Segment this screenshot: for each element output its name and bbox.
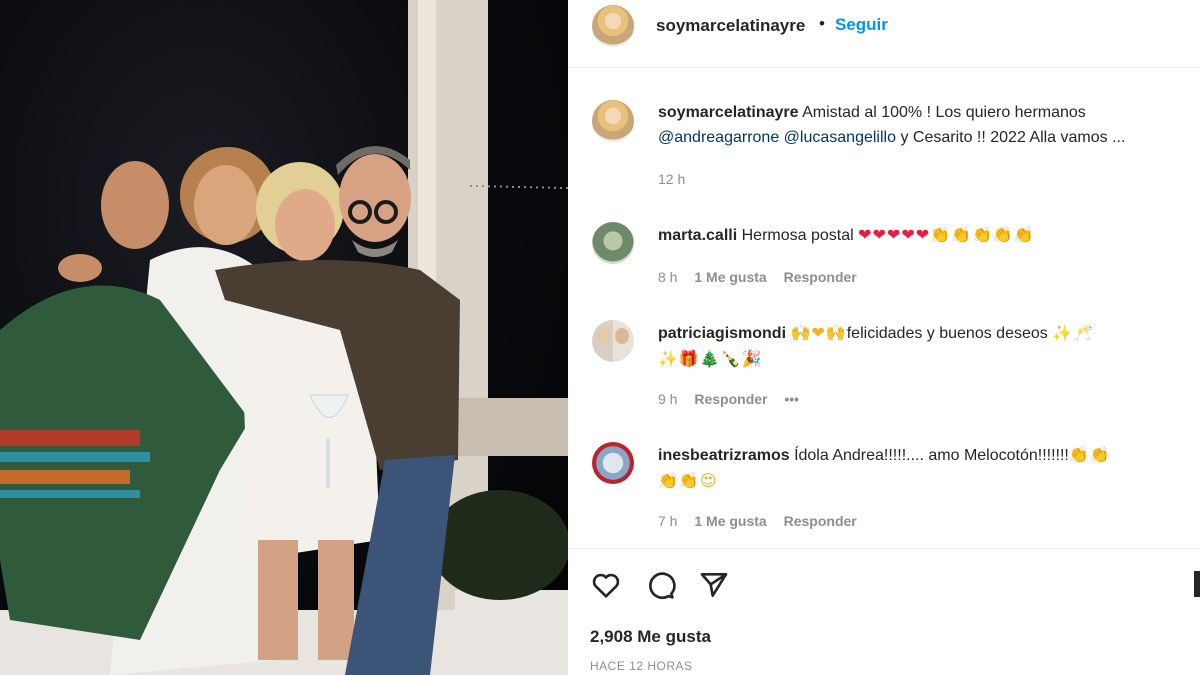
comment-likes[interactable]: 1 Me gusta <box>694 513 766 529</box>
author-avatar[interactable] <box>592 5 634 47</box>
comment-time[interactable]: 7 h <box>658 513 677 529</box>
mention-lucasangelillo[interactable]: @lucasangelillo <box>784 129 896 146</box>
author-username[interactable]: soymarcelatinayre <box>656 16 805 36</box>
paper-plane-icon[interactable] <box>698 569 730 601</box>
comment: inesbeatrizramos Ídola Andrea!!!!!.... a… <box>658 442 1198 494</box>
emoji-claps: 👏👏 <box>1068 445 1111 464</box>
post-time[interactable]: HACE 12 HORAS <box>590 659 693 673</box>
emoji-raised-hands: 🙌❤🙌 <box>790 323 847 342</box>
comment-username[interactable]: patriciagismondi <box>658 325 786 342</box>
reply-button[interactable]: Responder <box>784 513 857 529</box>
comment-meta: 9 h Responder ••• <box>658 391 812 407</box>
caption-tail: y Cesarito !! 2022 Alla vamos ... <box>900 129 1126 146</box>
follow-button[interactable]: Seguir <box>835 15 888 35</box>
emoji-sparkles: ✨🥂 <box>1052 323 1095 342</box>
comment-time[interactable]: 9 h <box>658 391 677 407</box>
commenter-avatar[interactable] <box>592 320 634 362</box>
railing <box>455 398 568 456</box>
comment-text: felicidades y buenos deseos <box>846 325 1048 342</box>
comment-text: Ídola Andrea!!!!!.... amo Melocotón!!!!!… <box>794 447 1069 464</box>
reply-button[interactable]: Responder <box>694 391 767 407</box>
comment-likes[interactable]: 1 Me gusta <box>694 269 766 285</box>
caption-time[interactable]: 12 h <box>658 171 685 187</box>
caption: soymarcelatinayre Amistad al 100% ! Los … <box>658 100 1188 150</box>
likes-count[interactable]: 2,908 Me gusta <box>590 627 711 647</box>
caption-avatar[interactable] <box>592 100 634 142</box>
reply-button[interactable]: Responder <box>784 269 857 285</box>
emoji-hearts-claps: ❤❤❤❤❤👏👏👏👏👏 <box>858 225 1035 244</box>
commenter-avatar[interactable] <box>592 442 634 484</box>
post-photo[interactable] <box>0 0 568 675</box>
comment-text: Hermosa postal <box>741 227 854 244</box>
comment-username[interactable]: marta.calli <box>658 227 737 244</box>
caption-text: Amistad al 100% ! Los quiero hermanos <box>802 104 1086 121</box>
bookmark-icon[interactable] <box>1194 571 1200 597</box>
post-actions: 2,908 Me gusta HACE 12 HORAS <box>568 548 1200 675</box>
header-separator: • <box>819 14 825 33</box>
caption-meta: 12 h <box>658 171 698 187</box>
comment: patriciagismondi 🙌❤🙌felicidades y buenos… <box>658 320 1198 372</box>
comment: marta.calli Hermosa postal ❤❤❤❤❤👏👏👏👏👏 <box>658 222 1188 248</box>
photo-illustration <box>0 0 568 675</box>
comment-meta: 7 h 1 Me gusta Responder <box>658 513 870 529</box>
post-sidebar: soymarcelatinayre • Seguir soymarcelatin… <box>568 0 1200 675</box>
more-options-icon[interactable]: ••• <box>784 391 799 407</box>
caption-username[interactable]: soymarcelatinayre <box>658 104 799 121</box>
comment-meta: 8 h 1 Me gusta Responder <box>658 269 870 285</box>
mention-andreagarrone[interactable]: @andreagarrone <box>658 129 779 146</box>
comment-username[interactable]: inesbeatrizramos <box>658 447 790 464</box>
emoji-celebration: ✨🎁🎄🍾🎉 <box>658 349 763 368</box>
heart-outline-icon[interactable] <box>590 569 622 601</box>
emoji-claps-heart-eyes: 👏👏😍 <box>658 471 718 490</box>
glasses-man-head <box>339 154 411 242</box>
comment-time[interactable]: 8 h <box>658 269 677 285</box>
commenter-avatar[interactable] <box>592 222 634 264</box>
bushes <box>430 490 568 600</box>
bald-man-head <box>101 161 169 249</box>
post-header: soymarcelatinayre • Seguir <box>568 0 1200 68</box>
comment-bubble-icon[interactable] <box>644 569 676 601</box>
